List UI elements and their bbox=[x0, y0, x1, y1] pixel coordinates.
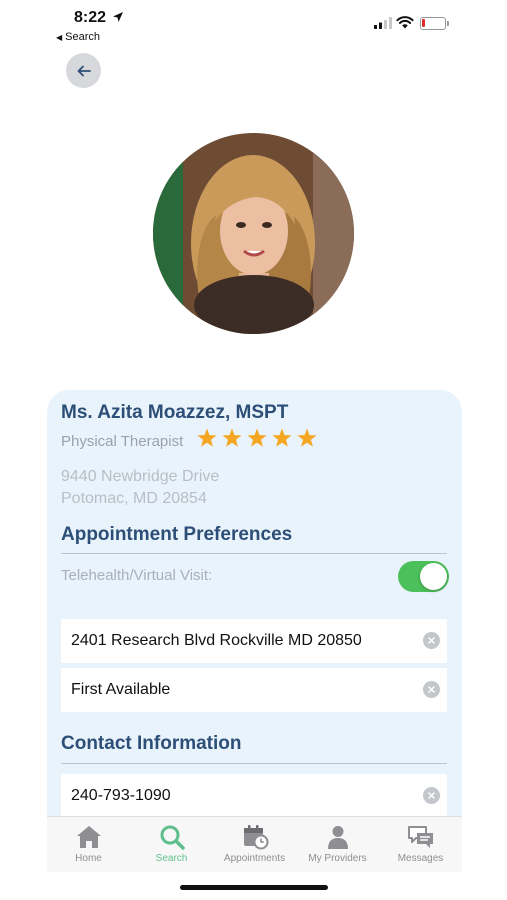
tab-appointments[interactable]: Appointments bbox=[213, 817, 296, 872]
location-arrow-icon bbox=[113, 12, 123, 22]
tab-label: Home bbox=[75, 853, 102, 864]
wifi-icon bbox=[396, 16, 414, 29]
clear-location-icon[interactable] bbox=[423, 632, 440, 649]
provider-specialty: Physical Therapist bbox=[61, 433, 184, 450]
tab-label: Search bbox=[155, 853, 188, 864]
time-preference-value: First Available bbox=[71, 681, 171, 698]
star-rating bbox=[197, 428, 317, 447]
person-icon bbox=[327, 826, 348, 849]
location-value: 2401 Research Blvd Rockville MD 20850 bbox=[71, 632, 362, 649]
star-icon bbox=[272, 428, 292, 447]
telehealth-label: Telehealth/Virtual Visit: bbox=[61, 567, 213, 584]
star-icon bbox=[197, 428, 217, 447]
contact-information-heading: Contact Information bbox=[61, 733, 242, 754]
back-button[interactable] bbox=[66, 53, 101, 88]
back-triangle-icon: ◀ bbox=[56, 33, 63, 42]
provider-address-line2: Potomac, MD 20854 bbox=[61, 490, 207, 507]
location-field[interactable]: 2401 Research Blvd Rockville MD 20850 bbox=[61, 619, 447, 663]
calendar-clock-icon bbox=[243, 825, 268, 850]
section-divider bbox=[61, 763, 447, 764]
battery-icon bbox=[420, 17, 449, 30]
provider-photo bbox=[153, 133, 354, 334]
star-icon bbox=[297, 428, 317, 447]
provider-address-line1: 9440 Newbridge Drive bbox=[61, 468, 220, 485]
provider-name: Ms. Azita Moazzez, MSPT bbox=[61, 402, 289, 423]
cellular-signal-icon bbox=[374, 17, 392, 29]
phone-value: 240-793-1090 bbox=[71, 787, 171, 804]
clear-phone-icon[interactable] bbox=[423, 787, 440, 804]
toggle-knob bbox=[420, 563, 447, 590]
back-to-app-link[interactable]: ◀ Search bbox=[56, 31, 100, 43]
time-preference-field[interactable]: First Available bbox=[61, 668, 447, 712]
provider-details-card: Ms. Azita Moazzez, MSPT Physical Therapi… bbox=[47, 390, 462, 820]
home-icon bbox=[76, 826, 101, 848]
phone-field[interactable]: 240-793-1090 bbox=[61, 774, 447, 818]
tab-my-providers[interactable]: My Providers bbox=[296, 817, 379, 872]
tab-search[interactable]: Search bbox=[130, 817, 213, 872]
tab-label: Appointments bbox=[223, 853, 286, 864]
tab-messages[interactable]: Messages bbox=[379, 817, 462, 872]
star-icon bbox=[222, 428, 242, 447]
clear-time-icon[interactable] bbox=[423, 681, 440, 698]
search-icon bbox=[160, 825, 185, 850]
tab-label: My Providers bbox=[308, 853, 367, 864]
appointment-preferences-heading: Appointment Preferences bbox=[61, 524, 293, 545]
tab-bar: Home Search Appointments My Providers Me… bbox=[47, 816, 462, 872]
status-time: 8:22 bbox=[74, 9, 107, 26]
tab-label: Messages bbox=[397, 853, 444, 864]
section-divider bbox=[61, 553, 447, 554]
status-bar: 8:22 ◀ Search bbox=[0, 0, 507, 48]
home-indicator bbox=[180, 885, 328, 890]
arrow-left-icon bbox=[77, 65, 91, 76]
tab-home[interactable]: Home bbox=[47, 817, 130, 872]
back-to-app-label: Search bbox=[65, 31, 101, 43]
star-icon bbox=[247, 428, 267, 447]
telehealth-toggle[interactable] bbox=[398, 561, 449, 592]
chat-bubbles-icon bbox=[407, 826, 433, 848]
